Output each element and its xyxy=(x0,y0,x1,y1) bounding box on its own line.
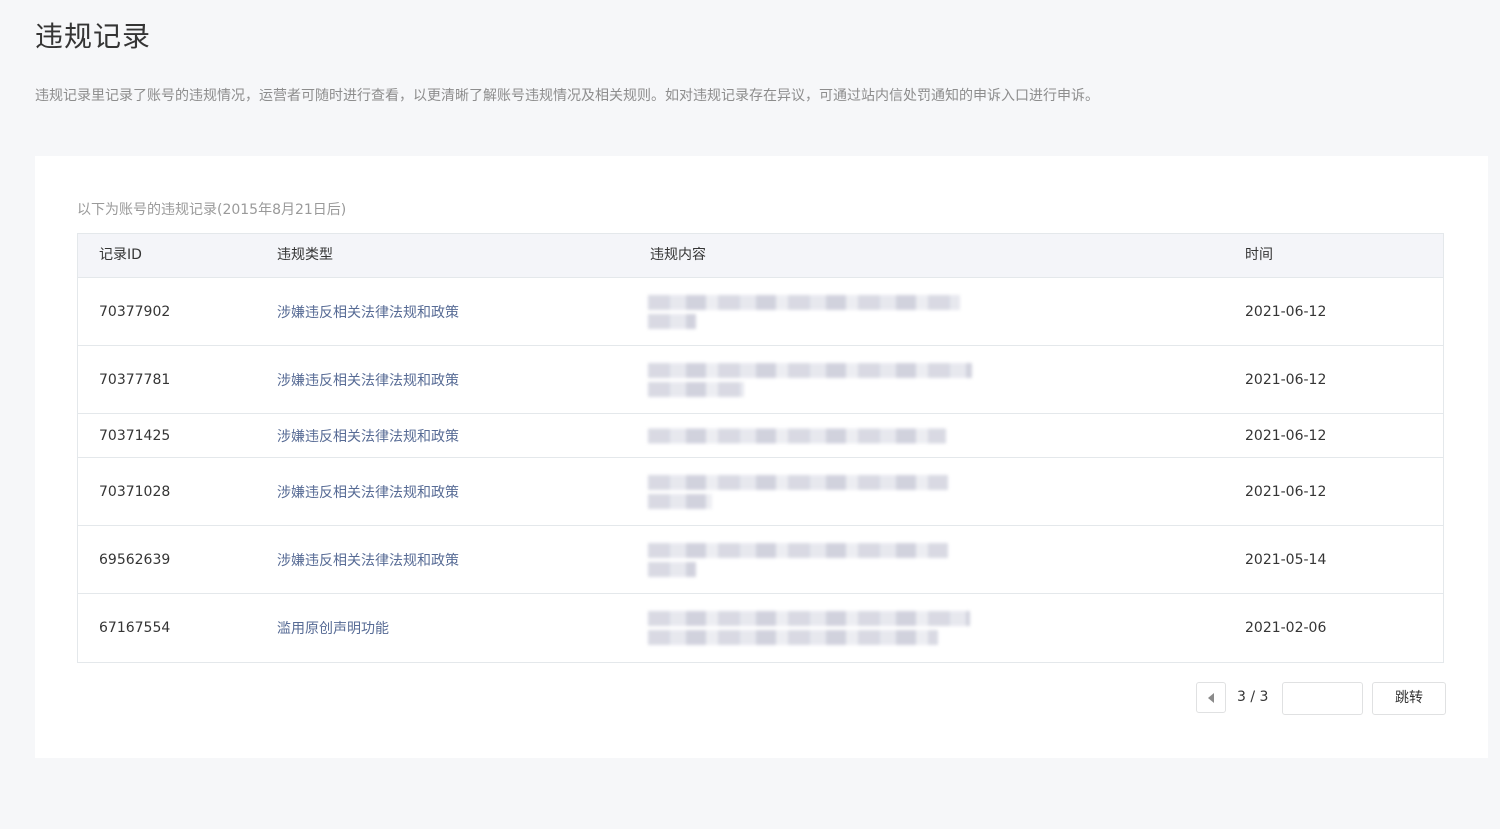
records-subtitle: 以下为账号的违规记录(2015年8月21日后) xyxy=(77,202,347,218)
table-row: 70371028 涉嫌违反相关法律法规和政策 2021-06-12 xyxy=(78,458,1443,526)
record-time: 2021-06-12 xyxy=(1245,303,1327,320)
prev-page-button[interactable] xyxy=(1196,682,1226,713)
record-id: 67167554 xyxy=(99,620,171,636)
table-row: 67167554 滥用原创声明功能 2021-02-06 xyxy=(78,594,1443,662)
records-card: 以下为账号的违规记录(2015年8月21日后) 记录ID 违规类型 违规内容 时… xyxy=(35,156,1488,758)
blurred-content xyxy=(648,539,978,581)
blurred-content xyxy=(648,424,978,447)
violation-type-link[interactable]: 涉嫌违反相关法律法规和政策 xyxy=(277,370,459,390)
page-description: 违规记录里记录了账号的违规情况，运营者可随时进行查看，以更清晰了解账号违规情况及… xyxy=(35,88,1099,104)
table-row: 70377781 涉嫌违反相关法律法规和政策 2021-06-12 xyxy=(78,346,1443,414)
table-row: 69562639 涉嫌违反相关法律法规和政策 2021-05-14 xyxy=(78,526,1443,594)
record-id: 70371028 xyxy=(99,483,171,500)
blurred-content xyxy=(648,471,978,513)
table-header: 记录ID 违规类型 违规内容 时间 xyxy=(78,234,1443,278)
table-row: 70371425 涉嫌违反相关法律法规和政策 2021-06-12 xyxy=(78,414,1443,458)
page-number-input[interactable] xyxy=(1282,682,1363,715)
record-id: 70371425 xyxy=(99,427,171,444)
table-row: 70377902 涉嫌违反相关法律法规和政策 2021-06-12 xyxy=(78,278,1443,346)
column-header-type: 违规类型 xyxy=(277,247,333,263)
jump-button[interactable]: 跳转 xyxy=(1372,682,1446,715)
record-time: 2021-06-12 xyxy=(1245,427,1327,444)
record-id: 70377781 xyxy=(99,371,171,388)
record-id: 69562639 xyxy=(99,551,171,568)
blurred-content xyxy=(648,291,978,333)
record-id: 70377902 xyxy=(99,303,171,320)
record-time: 2021-06-12 xyxy=(1245,483,1327,500)
column-header-id: 记录ID xyxy=(99,247,142,263)
record-time: 2021-06-12 xyxy=(1245,371,1327,388)
record-time: 2021-02-06 xyxy=(1245,620,1327,636)
column-header-time: 时间 xyxy=(1245,247,1273,263)
violation-type-link[interactable]: 涉嫌违反相关法律法规和政策 xyxy=(277,550,459,570)
record-time: 2021-05-14 xyxy=(1245,551,1327,568)
page-indicator: 3 / 3 xyxy=(1237,689,1269,705)
blurred-content xyxy=(648,359,978,401)
violation-type-link[interactable]: 滥用原创声明功能 xyxy=(277,618,389,638)
violation-type-link[interactable]: 涉嫌违反相关法律法规和政策 xyxy=(277,302,459,322)
column-header-content: 违规内容 xyxy=(650,247,706,263)
violation-type-link[interactable]: 涉嫌违反相关法律法规和政策 xyxy=(277,426,459,446)
records-table: 记录ID 违规类型 违规内容 时间 70377902 涉嫌违反相关法律法规和政策… xyxy=(77,233,1444,663)
page-title: 违规记录 xyxy=(35,20,152,53)
blurred-content xyxy=(648,607,978,649)
caret-left-icon xyxy=(1208,692,1214,703)
violation-type-link[interactable]: 涉嫌违反相关法律法规和政策 xyxy=(277,482,459,502)
